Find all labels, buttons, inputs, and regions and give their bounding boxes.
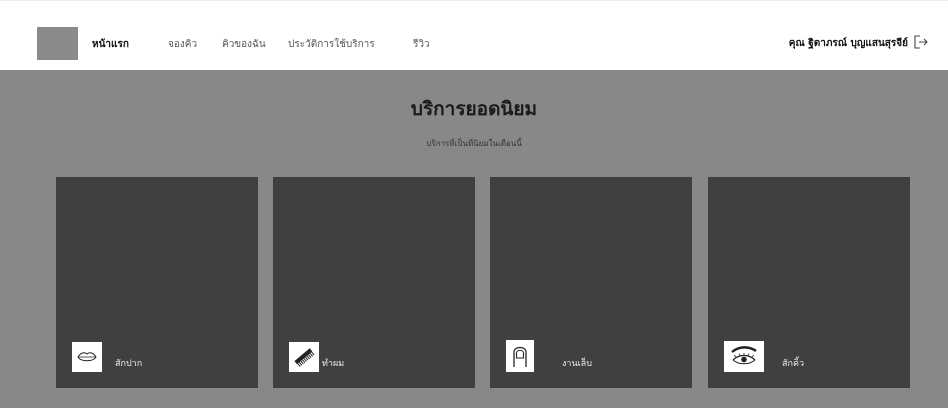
- comb-icon: [289, 342, 319, 372]
- logo[interactable]: [37, 27, 78, 60]
- nav-item-book-queue[interactable]: จองคิว: [168, 37, 197, 52]
- top-navbar: หน้าแรก จองคิว คิวของฉัน ประวัติการใช้บร…: [0, 0, 948, 70]
- nav-item-history[interactable]: ประวัติการใช้บริการ: [288, 37, 375, 52]
- service-label: ทำผม: [322, 359, 345, 369]
- eyebrow-icon: [724, 341, 764, 372]
- nav-item-home[interactable]: หน้าแรก: [92, 37, 129, 52]
- service-label: สักปาก: [115, 359, 143, 369]
- nav-item-my-queue[interactable]: คิวของฉัน: [222, 37, 266, 52]
- service-card-eyebrow[interactable]: สักคิ้ว: [708, 177, 910, 388]
- service-card-nails[interactable]: งานเล็บ: [490, 177, 692, 388]
- section-title: บริการยอดนิยม: [410, 98, 538, 120]
- nav-item-review[interactable]: รีวิว: [413, 37, 430, 52]
- user-name[interactable]: คุณ ฐิตาภรณ์ บุญแสนสุรจีย์: [789, 36, 908, 51]
- section-subtitle: บริการที่เป็นที่นิยมในเดือนนี้: [426, 139, 522, 148]
- service-label: สักคิ้ว: [782, 359, 805, 369]
- service-label: งานเล็บ: [562, 359, 592, 369]
- popular-services-section: บริการยอดนิยม บริการที่เป็นที่นิยมในเดือ…: [0, 70, 948, 408]
- lips-icon: [72, 342, 102, 372]
- service-card-lip-tattoo[interactable]: สักปาก: [56, 177, 258, 388]
- service-card-hair[interactable]: ทำผม: [273, 177, 475, 388]
- nail-icon: [506, 340, 534, 372]
- logout-icon[interactable]: [913, 34, 929, 50]
